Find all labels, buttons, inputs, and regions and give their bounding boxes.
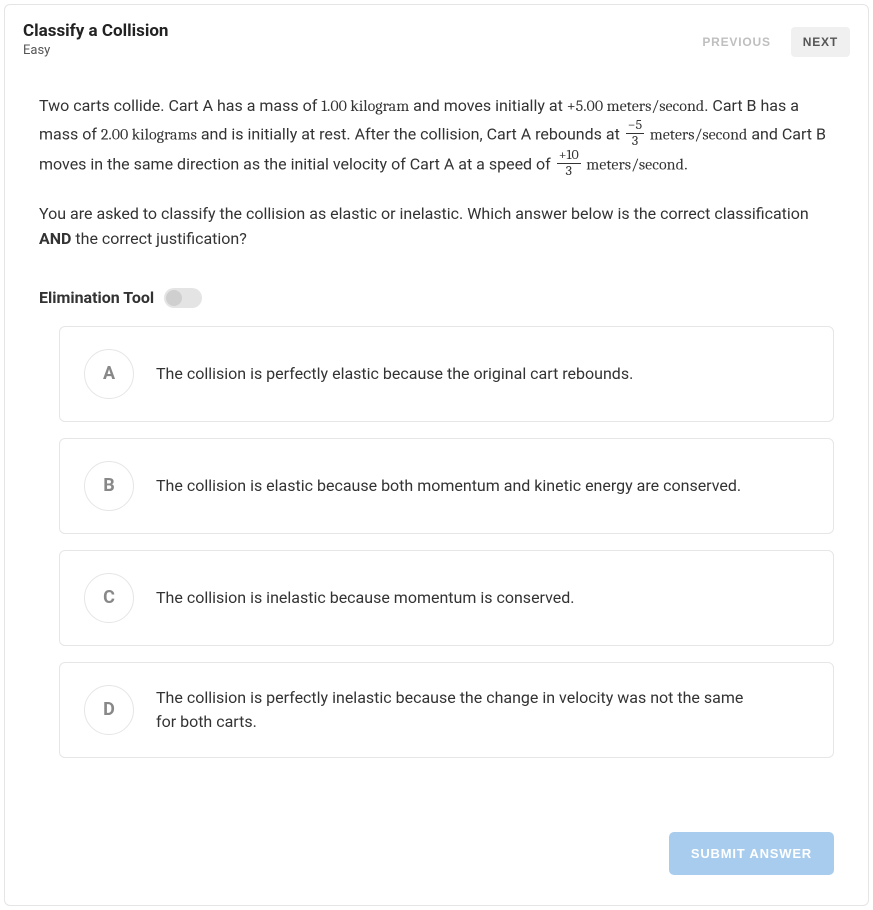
answer-options: A The collision is perfectly elastic bec…: [39, 326, 834, 758]
text-segment: and is initially at rest. After the coll…: [197, 124, 624, 143]
difficulty-label: Easy: [23, 43, 168, 58]
elimination-toggle[interactable]: [164, 288, 202, 308]
velocity-b-final-fraction: +103: [557, 148, 581, 178]
card-header: Classify a Collision Easy PREVIOUS NEXT: [5, 5, 868, 82]
problem-statement: Two carts collide. Cart A has a mass of …: [39, 92, 834, 181]
header-title-block: Classify a Collision Easy: [23, 21, 168, 58]
text-segment: Two carts collide. Cart A has a mass of: [39, 96, 321, 115]
text-segment: and moves initially at: [409, 96, 567, 115]
question-prompt: You are asked to classify the collision …: [39, 201, 834, 252]
option-letter: D: [84, 685, 134, 735]
header-nav: PREVIOUS NEXT: [690, 27, 850, 57]
question-title: Classify a Collision: [23, 21, 168, 41]
answer-option-d[interactable]: D The collision is perfectly inelastic b…: [59, 662, 834, 758]
submit-answer-button[interactable]: SUBMIT ANSWER: [669, 832, 834, 875]
option-text: The collision is elastic because both mo…: [156, 474, 741, 498]
unit-label: meters/second: [583, 156, 684, 174]
text-segment: You are asked to classify the collision …: [39, 204, 809, 223]
option-letter: C: [84, 573, 134, 623]
text-segment: .: [684, 155, 688, 174]
option-letter: B: [84, 461, 134, 511]
mass-a-value: 1.00 kilogram: [321, 97, 409, 115]
card-body: Two carts collide. Cart A has a mass of …: [5, 82, 868, 788]
velocity-a-initial: +5.00 meters/second: [567, 97, 704, 115]
answer-option-b[interactable]: B The collision is elastic because both …: [59, 438, 834, 534]
fraction-denominator: 3: [557, 164, 581, 179]
previous-button[interactable]: PREVIOUS: [690, 27, 782, 57]
velocity-a-final-fraction: −53: [626, 118, 644, 148]
option-letter: A: [84, 349, 134, 399]
answer-option-a[interactable]: A The collision is perfectly elastic bec…: [59, 326, 834, 422]
toggle-knob: [166, 290, 182, 306]
text-segment: the correct justification?: [71, 229, 246, 248]
answer-option-c[interactable]: C The collision is inelastic because mom…: [59, 550, 834, 646]
option-text: The collision is perfectly inelastic bec…: [156, 686, 746, 734]
next-button[interactable]: NEXT: [791, 27, 850, 57]
mass-b-value: 2.00 kilograms: [101, 125, 197, 143]
elimination-tool-label: Elimination Tool: [39, 288, 154, 307]
option-text: The collision is inelastic because momen…: [156, 586, 574, 610]
emphasis-and: AND: [39, 229, 71, 248]
card-footer: SUBMIT ANSWER: [5, 788, 868, 905]
question-card: Classify a Collision Easy PREVIOUS NEXT …: [4, 4, 869, 906]
option-text: The collision is perfectly elastic becau…: [156, 362, 633, 386]
elimination-tool-row: Elimination Tool: [39, 288, 834, 308]
fraction-denominator: 3: [626, 134, 644, 149]
unit-label: meters/second: [646, 125, 747, 143]
